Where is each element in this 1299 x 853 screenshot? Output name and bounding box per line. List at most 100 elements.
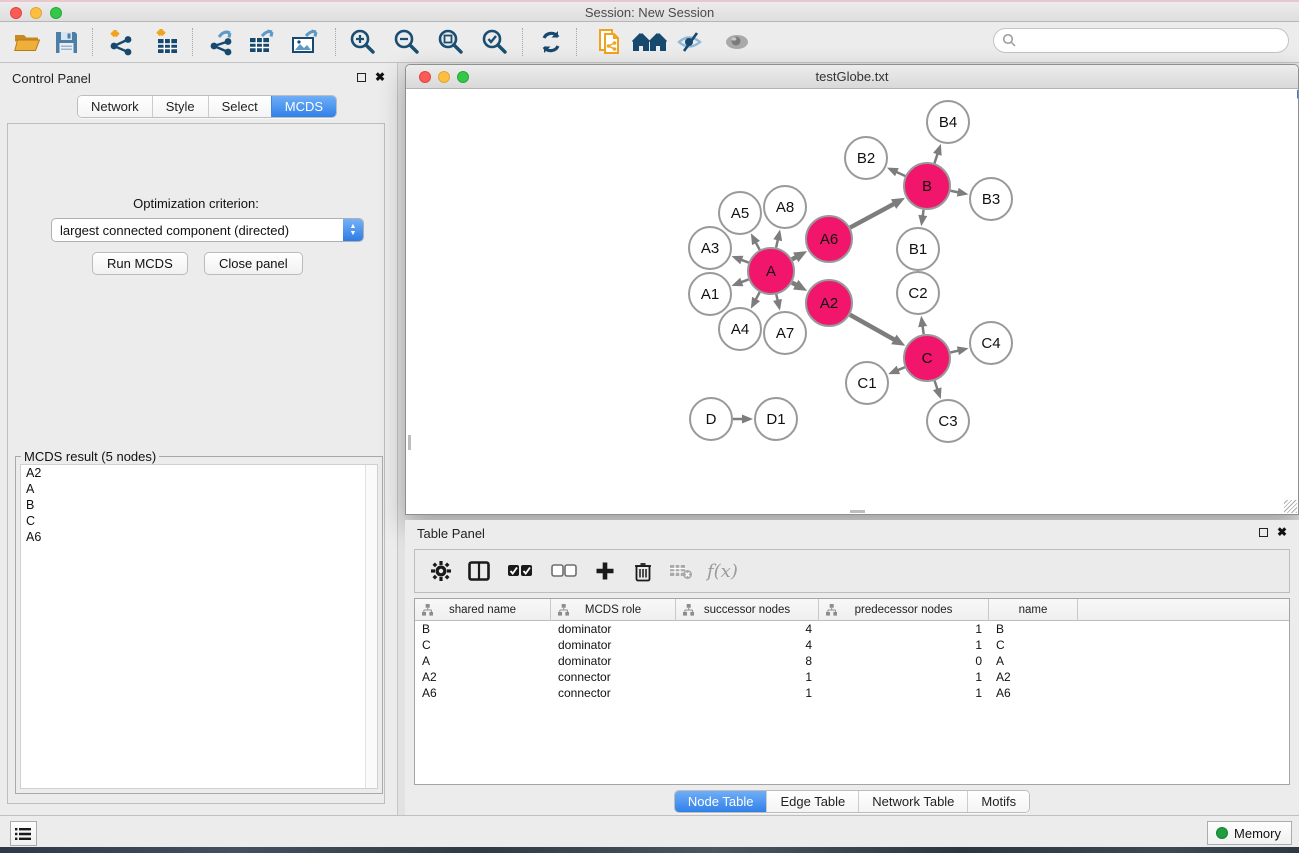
table-settings-button[interactable] [429, 557, 453, 585]
hide-selected-button[interactable] [675, 25, 707, 59]
graph-edge-arrowhead [887, 168, 899, 177]
network-view-window: testGlobe.txt B4B2BB3A8A5A6A3B1AC2A1A2A4… [405, 64, 1299, 515]
import-table-button[interactable] [151, 25, 183, 59]
delete-table-icon [669, 562, 693, 580]
criterion-dropdown[interactable]: largest connected component (directed) ▲… [51, 218, 364, 242]
graph-edge[interactable] [850, 203, 895, 227]
control-panel-tabs: NetworkStyleSelectMCDS [77, 95, 337, 118]
close-panel-button[interactable]: Close panel [204, 252, 303, 275]
run-mcds-button[interactable]: Run MCDS [92, 252, 188, 275]
network-graph: B4B2BB3A8A5A6A3B1AC2A1A2A4A7C4CC1C3DD1 [407, 90, 1297, 514]
cell-shared_name: A6 [415, 686, 551, 700]
cell-shared_name: A2 [415, 670, 551, 684]
graph-node-label: B2 [857, 150, 875, 167]
table-panel-title: Table Panel [417, 526, 485, 541]
export-image-icon [290, 28, 320, 56]
tab-network-table[interactable]: Network Table [858, 791, 967, 812]
node-table: shared name MCDS role successor nodesprede… [414, 598, 1290, 785]
graph-node-label: A6 [820, 231, 838, 248]
plus-icon [595, 561, 615, 581]
table-row[interactable]: A6connector11A6 [415, 685, 1289, 701]
table-row[interactable]: A2connector11A2 [415, 669, 1289, 685]
new-network-from-selection-button[interactable] [594, 25, 626, 59]
column-header-label: MCDS role [585, 604, 641, 616]
close-table-panel-icon[interactable]: ✖ [1277, 527, 1287, 538]
graph-edge-arrowhead [773, 229, 782, 241]
cell-name: A [989, 654, 1078, 668]
graph-node-label: B1 [909, 241, 927, 258]
first-neighbors-button[interactable] [630, 25, 670, 59]
cell-predecessor_nodes: 1 [819, 670, 989, 684]
tab-edge-table[interactable]: Edge Table [766, 791, 858, 812]
show-all-button[interactable] [721, 25, 753, 59]
cell-mcds_role: dominator [551, 622, 676, 636]
list-icon [15, 827, 32, 841]
mcds-result-item[interactable]: A2 [21, 465, 377, 481]
cell-name: C [989, 638, 1078, 652]
open-session-button[interactable] [11, 25, 43, 59]
deselect-all-columns-button[interactable] [549, 557, 579, 585]
unchecked-boxes-icon [551, 564, 577, 578]
network-canvas[interactable]: B4B2BB3A8A5A6A3B1AC2A1A2A4A7C4CC1C3DD1 [407, 90, 1297, 514]
graph-edge-arrowhead [888, 366, 900, 374]
optimization-criterion-label: Optimization criterion: [8, 196, 384, 211]
refresh-icon [537, 28, 565, 56]
column-header-shared-name[interactable]: shared name [415, 599, 551, 621]
toolbar-separator [192, 28, 193, 56]
save-session-button[interactable] [50, 25, 82, 59]
tab-node-table[interactable]: Node Table [675, 791, 767, 812]
export-table-icon [247, 28, 277, 56]
network-window-title: testGlobe.txt [406, 69, 1298, 84]
network-window-titlebar[interactable]: testGlobe.txt [406, 65, 1298, 89]
close-panel-icon[interactable]: ✖ [375, 72, 385, 83]
graph-edge-arrowhead [918, 215, 927, 227]
zoom-out-icon [393, 28, 421, 56]
tab-style[interactable]: Style [152, 96, 208, 117]
table-row[interactable]: Bdominator41B [415, 621, 1289, 637]
graph-node-label: C3 [938, 413, 957, 430]
show-column-panel-button[interactable] [467, 557, 491, 585]
float-table-panel-icon[interactable] [1259, 528, 1268, 537]
mcds-result-item[interactable]: B [21, 497, 377, 513]
mcds-result-list[interactable]: A2ABCA6 [20, 464, 378, 789]
column-header-name[interactable]: name [989, 599, 1078, 621]
column-header-predecessor-nodes[interactable]: predecessor nodes [819, 599, 989, 621]
tab-network[interactable]: Network [78, 96, 152, 117]
table-row[interactable]: Cdominator41C [415, 637, 1289, 653]
tab-select[interactable]: Select [208, 96, 271, 117]
graph-edge[interactable] [850, 315, 896, 341]
search-input[interactable] [1017, 31, 1288, 51]
function-builder-button-disabled: f(x) [707, 561, 738, 582]
create-column-button[interactable] [593, 557, 617, 585]
toolbar-separator [522, 28, 523, 56]
select-all-columns-button[interactable] [505, 557, 535, 585]
table-row[interactable]: Adominator80A [415, 653, 1289, 669]
show-task-history-button[interactable] [10, 821, 37, 846]
zoom-in-button[interactable] [347, 25, 379, 59]
import-network-button[interactable] [105, 25, 137, 59]
delete-column-button[interactable] [631, 557, 655, 585]
zoom-fit-button[interactable] [435, 25, 467, 59]
search-field[interactable] [993, 28, 1289, 53]
mcds-result-item[interactable]: C [21, 513, 377, 529]
tree-icon [683, 604, 694, 619]
mcds-result-item[interactable]: A6 [21, 529, 377, 545]
graph-edge-arrowhead [918, 316, 927, 328]
column-header-successor-nodes[interactable]: successor nodes [676, 599, 819, 621]
export-table-button[interactable] [246, 25, 278, 59]
float-panel-icon[interactable] [357, 73, 366, 82]
column-header-MCDS-role[interactable]: MCDS role [551, 599, 676, 621]
cell-mcds_role: connector [551, 670, 676, 684]
memory-button[interactable]: Memory [1207, 821, 1292, 845]
resize-grip[interactable] [1284, 500, 1297, 513]
tab-mcds[interactable]: MCDS [271, 96, 336, 117]
tree-icon [826, 604, 837, 619]
export-image-button[interactable] [289, 25, 321, 59]
zoom-out-button[interactable] [391, 25, 423, 59]
mcds-result-item[interactable]: A [21, 481, 377, 497]
export-network-button[interactable] [205, 25, 237, 59]
zoom-selected-button[interactable] [479, 25, 511, 59]
refresh-button[interactable] [535, 25, 567, 59]
scrollbar-track[interactable] [365, 465, 377, 788]
tab-motifs[interactable]: Motifs [967, 791, 1029, 812]
